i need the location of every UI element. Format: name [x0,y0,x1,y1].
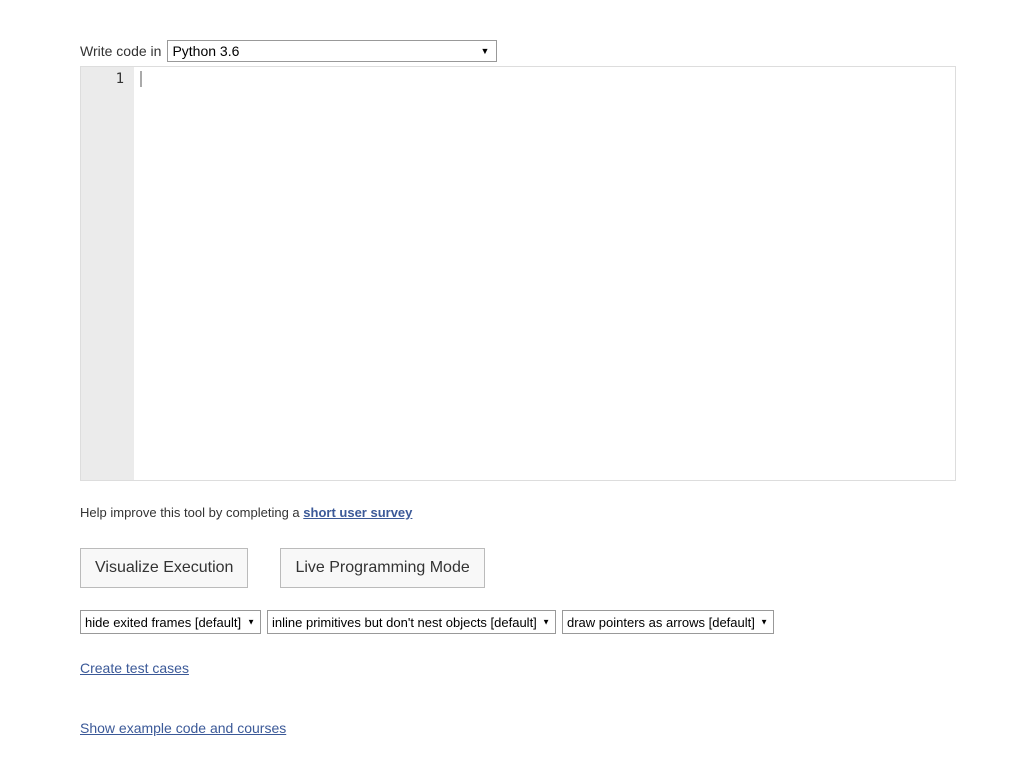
primitives-select[interactable]: inline primitives but don't nest objects… [267,610,556,634]
help-prefix: Help improve this tool by completing a [80,505,303,520]
live-mode-button[interactable]: Live Programming Mode [280,548,484,588]
help-text-row: Help improve this tool by completing a s… [80,505,1021,520]
editor-gutter: 1 [81,67,134,480]
create-tests-link[interactable]: Create test cases [80,660,189,676]
write-code-label: Write code in [80,43,161,59]
line-number: 1 [81,69,134,89]
pointers-select-wrapper: draw pointers as arrows [default] [562,610,774,634]
language-select[interactable]: Python 3.6 [167,40,497,62]
language-select-wrapper: Python 3.6 [167,40,497,62]
action-buttons: Visualize Execution Live Programming Mod… [80,548,1021,588]
primitives-select-wrapper: inline primitives but don't nest objects… [267,610,556,634]
frames-select[interactable]: hide exited frames [default] [80,610,261,634]
show-examples-link[interactable]: Show example code and courses [80,720,286,736]
text-cursor [140,71,142,87]
code-area[interactable] [134,67,955,480]
create-tests-row: Create test cases [80,660,1021,676]
survey-link[interactable]: short user survey [303,505,412,520]
show-examples-row: Show example code and courses [80,720,1021,736]
visualize-button[interactable]: Visualize Execution [80,548,248,588]
pointers-select[interactable]: draw pointers as arrows [default] [562,610,774,634]
code-editor[interactable]: 1 [80,66,956,481]
frames-select-wrapper: hide exited frames [default] [80,610,261,634]
language-row: Write code in Python 3.6 [80,40,1021,62]
options-row: hide exited frames [default] inline prim… [80,610,956,634]
